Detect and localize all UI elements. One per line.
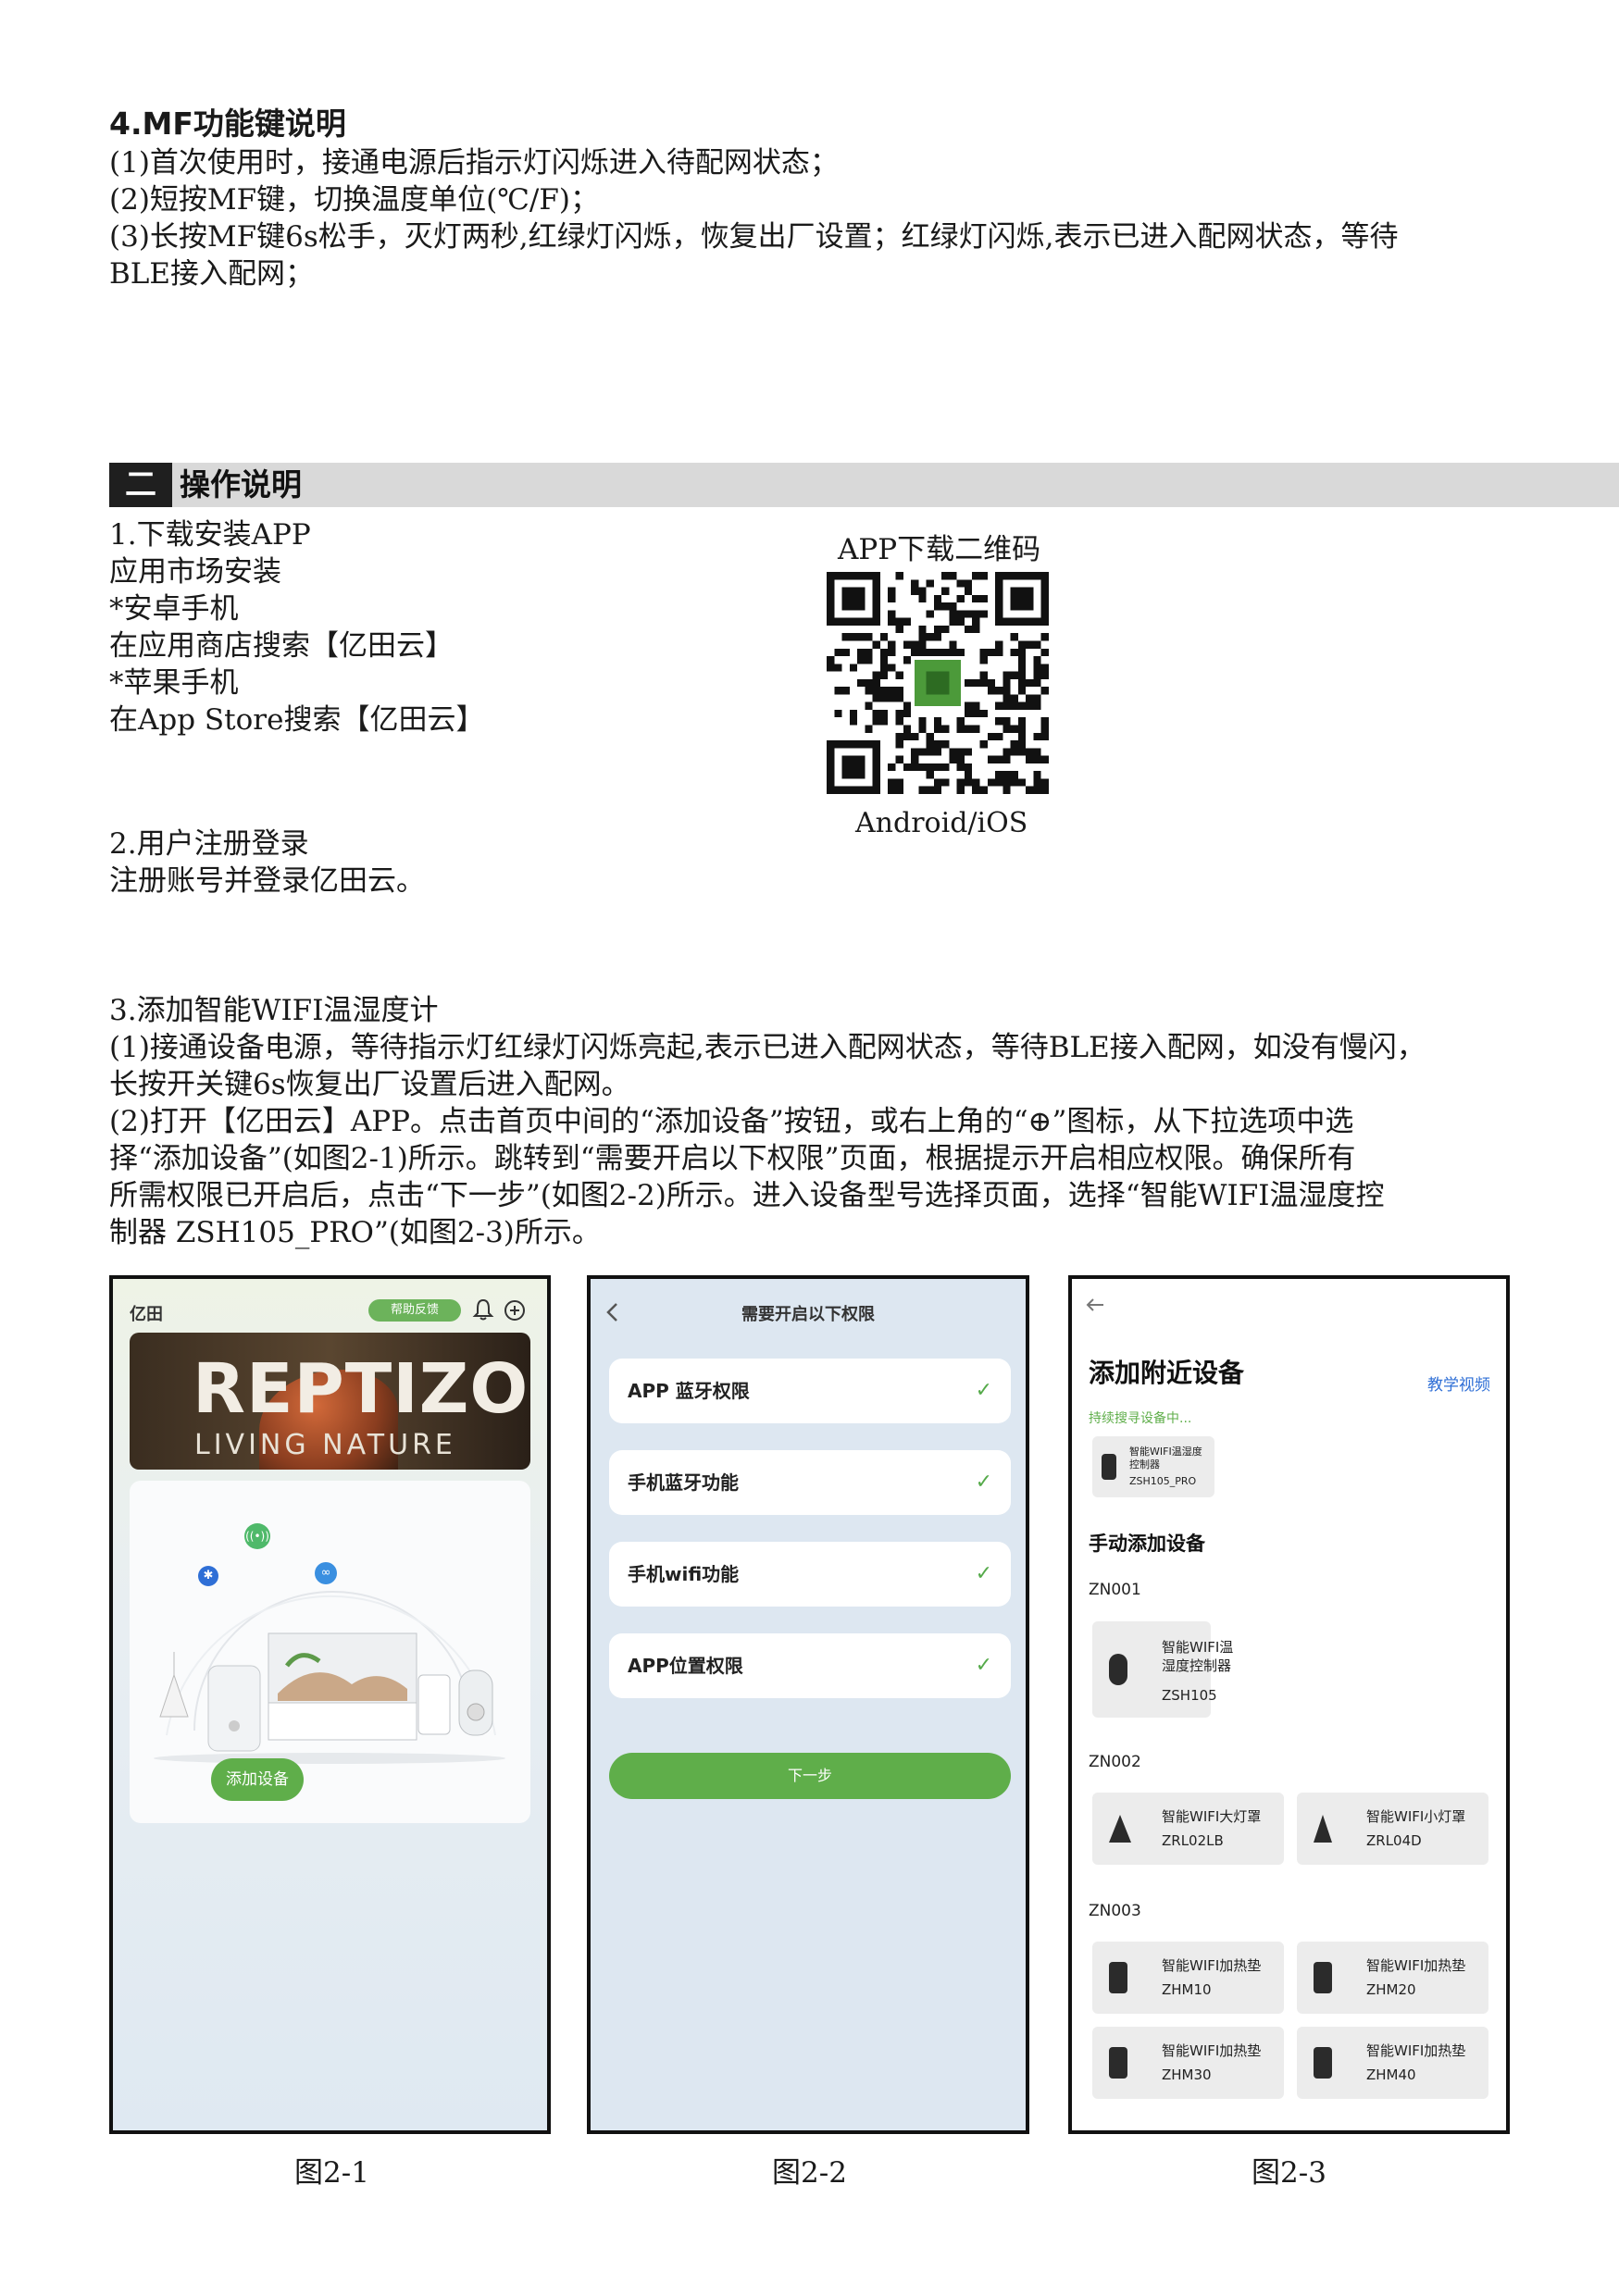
help-badge-label: 帮助反馈	[390, 1303, 439, 1317]
permission-label: APP 蓝牙权限	[628, 1380, 750, 1402]
step3-para2-line2: 择“添加设备”(如图2-1)所示。跳转到“需要开启以下权限”页面，根据提示开启相…	[109, 1142, 1356, 1175]
section-header: 二 操作说明	[109, 463, 1619, 507]
device-name: 智能WIFI大灯罩	[1162, 1808, 1262, 1825]
phone-screenshot-permissions: 需要开启以下权限 APP 蓝牙权限 ✓ 手机蓝牙功能 ✓ 手机wifi功能 ✓ …	[587, 1275, 1029, 2134]
qr-title: APP下载二维码	[838, 533, 1041, 566]
device-model: ZHM10	[1162, 1981, 1212, 1998]
link-icon: ∞	[315, 1562, 337, 1584]
device-option[interactable]: 智能WIFI加热垫 ZHM10	[1092, 1942, 1284, 2014]
device-name: 智能WIFI加热垫	[1366, 1957, 1466, 1974]
next-button-label: 下一步	[787, 1767, 832, 1784]
device-name: 智能WIFI加热垫	[1162, 1957, 1262, 1974]
step2-line-2: 注册账号并登录亿田云。	[109, 864, 425, 898]
step3-para2-line3: 所需权限已开启后，点击“下一步”(如图2-2)所示。进入设备型号选择页面，选择“…	[109, 1179, 1385, 1212]
device-name: 智能WIFI温湿度控制器	[1162, 1639, 1234, 1674]
step1-line-6: 在App Store搜索【亿田云】	[109, 703, 485, 737]
qr-caption: Android/iOS	[855, 807, 1028, 839]
group-code: ZN003	[1089, 1902, 1141, 1920]
bluetooth-icon: ✱	[198, 1566, 218, 1586]
phone-screenshot-home: 亿田 帮助反馈 REPTIZOO LIVING NATURE	[109, 1275, 551, 2134]
checkmark-icon: ✓	[975, 1471, 992, 1494]
bell-icon[interactable]	[472, 1297, 494, 1322]
device-name: 智能WIFI温湿度控制器	[1129, 1446, 1202, 1471]
checkmark-icon: ✓	[975, 1654, 992, 1677]
add-device-label: 添加设备	[226, 1770, 289, 1789]
tutorial-link[interactable]: 教学视频	[1427, 1371, 1490, 1395]
step1-line-3: *安卓手机	[109, 592, 239, 626]
permission-item[interactable]: 手机wifi功能 ✓	[609, 1542, 1011, 1607]
device-option[interactable]: 智能WIFI温湿度控制器 ZSH105	[1092, 1621, 1233, 1718]
app-name: 亿田	[130, 1305, 163, 1324]
caption-fig-2-1: 图2-1	[294, 2156, 369, 2190]
nearby-device[interactable]: 智能WIFI温湿度控制器 ZSH105_PRO	[1092, 1436, 1214, 1497]
group-code: ZN002	[1089, 1753, 1141, 1771]
step1-line-1: 1.下载安装APP	[109, 518, 311, 552]
phone-screenshot-add-device: 添加附近设备 教学视频 持续搜寻设备中... 智能WIFI温湿度控制器 ZSH1…	[1068, 1275, 1510, 2134]
device-option[interactable]: 智能WIFI加热垫 ZHM20	[1297, 1942, 1488, 2014]
device-model: ZHM30	[1162, 2066, 1212, 2083]
back-arrow-icon[interactable]	[1085, 1296, 1105, 1314]
step3-para1-line1: (1)接通设备电源，等待指示灯红绿灯闪烁亮起,表示已进入配网状态，等待BLE接入…	[109, 1031, 1426, 1064]
permission-label: APP位置权限	[628, 1655, 743, 1677]
permission-label: 手机蓝牙功能	[628, 1471, 739, 1494]
device-model: ZHM40	[1366, 2066, 1416, 2083]
caption-fig-2-3: 图2-3	[1252, 2156, 1326, 2190]
caption-fig-2-2: 图2-2	[772, 2156, 847, 2190]
plus-circle-icon[interactable]	[504, 1299, 526, 1322]
mf-line-2: (2)短按MF键，切换温度单位(℃/F)；	[109, 183, 599, 217]
add-device-button[interactable]: 添加设备	[211, 1758, 304, 1801]
mf-line-1: (1)首次使用时，接通电源后指示灯闪烁进入待配网状态；	[109, 146, 839, 180]
step3-title: 3.添加智能WIFI温湿度计	[109, 994, 439, 1027]
manual-add-title: 手动添加设备	[1089, 1533, 1205, 1555]
add-nearby-title: 添加附近设备	[1089, 1358, 1245, 1388]
section-number: 二	[109, 463, 172, 507]
step3-para1-line2: 长按开关键6s恢复出厂设置后进入配网。	[109, 1068, 630, 1101]
next-button[interactable]: 下一步	[609, 1753, 1011, 1799]
device-name: 智能WIFI加热垫	[1162, 2042, 1262, 2059]
device-model: ZRL04D	[1366, 1832, 1422, 1849]
step1-line-4: 在应用商店搜索【亿田云】	[109, 629, 454, 663]
checkmark-icon: ✓	[975, 1379, 992, 1402]
device-model: ZSH105	[1162, 1687, 1217, 1704]
brand-banner[interactable]: REPTIZOO LIVING NATURE	[130, 1333, 530, 1470]
device-model: ZRL02LB	[1162, 1832, 1224, 1849]
permission-item[interactable]: 手机蓝牙功能 ✓	[609, 1450, 1011, 1515]
step1-line-2: 应用市场安装	[109, 555, 281, 589]
device-name: 智能WIFI加热垫	[1366, 2042, 1466, 2059]
mf-heading: 4.MF功能键说明	[109, 105, 346, 142]
permissions-title: 需要开启以下权限	[741, 1305, 875, 1324]
device-model: ZHM20	[1366, 1981, 1416, 1998]
help-badge[interactable]: 帮助反馈	[368, 1299, 461, 1322]
permission-item[interactable]: APP 蓝牙权限 ✓	[609, 1359, 1011, 1423]
device-name: 智能WIFI小灯罩	[1366, 1808, 1466, 1825]
qr-code	[827, 572, 1049, 794]
step3-para2-line4: 制器 ZSH105_PRO”(如图2-3)所示。	[109, 1216, 601, 1249]
banner-title: REPTIZOO	[193, 1349, 530, 1429]
device-option[interactable]: 智能WIFI加热垫 ZHM30	[1092, 2027, 1284, 2099]
wireless-icon: ((•))	[244, 1523, 270, 1549]
device-option[interactable]: 智能WIFI小灯罩 ZRL04D	[1297, 1793, 1488, 1865]
device-model: ZSH105_PRO	[1129, 1475, 1197, 1487]
searching-status: 持续搜寻设备中...	[1089, 1411, 1192, 1426]
permission-label: 手机wifi功能	[628, 1563, 740, 1585]
banner-subtitle: LIVING NATURE	[194, 1429, 456, 1461]
checkmark-icon: ✓	[975, 1562, 992, 1585]
device-option[interactable]: 智能WIFI大灯罩 ZRL02LB	[1092, 1793, 1284, 1865]
device-option[interactable]: 智能WIFI加热垫 ZHM40	[1297, 2027, 1488, 2099]
permission-item[interactable]: APP位置权限 ✓	[609, 1633, 1011, 1698]
home-card: ✱ ((•)) ∞ 添加设备	[130, 1481, 530, 1823]
mf-line-3: (3)长按MF键6s松手，灭灯两秒,红绿灯闪烁，恢复出厂设置；红绿灯闪烁,表示已…	[109, 220, 1399, 254]
step2-line-1: 2.用户注册登录	[109, 827, 309, 861]
step3-para2-line1: (2)打开【亿田云】APP。点击首页中间的“添加设备”按钮，或右上角的“⊕”图标…	[109, 1105, 1354, 1138]
mf-line-4: BLE接入配网；	[109, 257, 314, 291]
step1-line-5: *苹果手机	[109, 666, 239, 700]
group-code: ZN001	[1089, 1581, 1141, 1599]
section-title: 操作说明	[180, 466, 302, 503]
